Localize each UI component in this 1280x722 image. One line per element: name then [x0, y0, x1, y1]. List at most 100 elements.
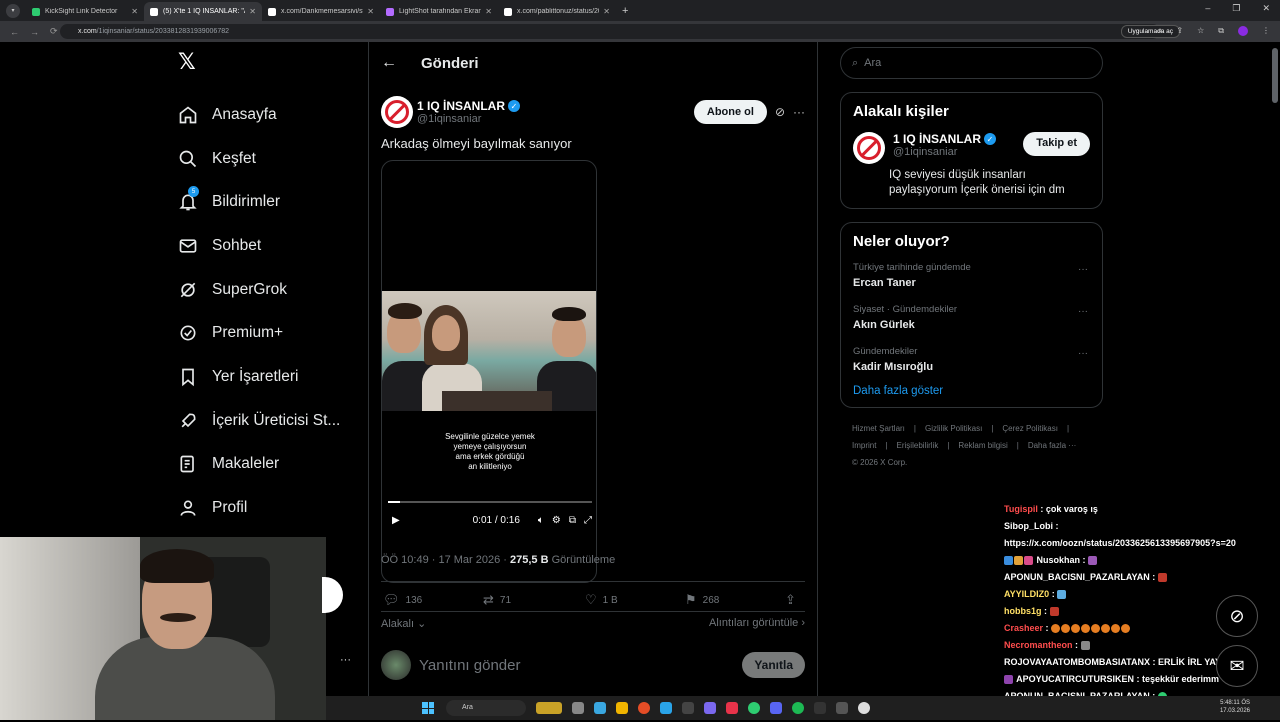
more-options-icon[interactable]: ···: [1078, 264, 1088, 275]
author-name-row[interactable]: 1 IQ İNSANLAR ✓: [417, 99, 521, 113]
trend-item[interactable]: Siyaset · Gündemdekiler Akın Gürlek ···: [853, 304, 1090, 331]
taskbar-app-icon[interactable]: [814, 702, 826, 714]
volume-icon[interactable]: 🔈︎: [538, 515, 544, 526]
maximize-icon[interactable]: ❐: [1232, 3, 1240, 14]
back-icon[interactable]: ←: [10, 27, 20, 37]
nav-item-messages[interactable]: Sohbet: [170, 224, 360, 268]
post-button[interactable]: [322, 577, 343, 613]
nav-item-premium[interactable]: Premium+: [170, 311, 360, 355]
taskbar-app-icon[interactable]: [594, 702, 606, 714]
trend-item[interactable]: Gündemdekiler Kadir Mısıroğlu ···: [853, 346, 1090, 373]
author-handle[interactable]: @1iqinsaniar: [417, 113, 520, 125]
browser-tab-active[interactable]: (5) X'te 1 IQ İNSANLAR: "Arkadaş ✕: [144, 2, 262, 21]
footer-link[interactable]: Imprint: [852, 441, 876, 450]
share-action[interactable]: ⇪: [785, 592, 796, 608]
profile-avatar[interactable]: [1238, 26, 1248, 36]
taskbar-app-icon[interactable]: [748, 702, 760, 714]
sort-dropdown[interactable]: Alakalı ⌄: [381, 617, 426, 630]
extensions-icon[interactable]: ⧉: [1218, 26, 1224, 36]
messages-fab-icon[interactable]: ✉: [1216, 645, 1258, 687]
follow-button[interactable]: Takip et: [1023, 132, 1090, 156]
video-player[interactable]: Sevgilinle güzelce yemek yemeye çalışıyo…: [381, 160, 597, 583]
taskbar-widget-icon[interactable]: [536, 702, 562, 714]
fullscreen-icon[interactable]: ⤢: [584, 515, 592, 526]
more-options-icon[interactable]: ···: [1078, 348, 1088, 359]
author-name[interactable]: 1 IQ İNSANLAR: [417, 99, 505, 113]
x-logo-icon[interactable]: 𝕏: [178, 50, 360, 75]
page-scrollbar[interactable]: [1272, 48, 1278, 103]
browser-tab[interactable]: LightShot tarafından Ekran Gör...✕: [380, 2, 498, 21]
search-input[interactable]: ⌕ Ara: [840, 47, 1103, 79]
like-action[interactable]: ♡ 1 B: [585, 592, 685, 608]
bookmark-action[interactable]: ⚑ 268: [685, 592, 785, 608]
forward-icon[interactable]: →: [30, 27, 40, 37]
related-person[interactable]: 1 IQ İNSANLAR ✓ @1iqinsaniar Takip et: [853, 132, 1090, 164]
related-name[interactable]: 1 IQ İNSANLAR: [893, 132, 981, 146]
related-handle[interactable]: @1iqinsaniar: [893, 146, 1023, 158]
file-explorer-icon[interactable]: [616, 702, 628, 714]
reload-icon[interactable]: ⟳: [50, 26, 60, 37]
settings-icon[interactable]: ⚙: [552, 515, 561, 526]
close-icon[interactable]: ✕: [131, 7, 138, 16]
url-field[interactable]: x.com/1iqinsaniar/status/203381283193900…: [60, 24, 1160, 39]
footer-link[interactable]: Gizlilik Politikası: [925, 424, 982, 433]
video-progress-bar[interactable]: [388, 501, 592, 503]
footer-link[interactable]: Reklam bilgisi: [958, 441, 1007, 450]
play-icon[interactable]: ▶: [392, 515, 400, 526]
taskbar-app-icon[interactable]: [682, 702, 694, 714]
close-icon[interactable]: ✕: [603, 7, 610, 16]
minimize-icon[interactable]: –: [1205, 3, 1210, 14]
tab-search-icon[interactable]: ▾: [6, 3, 20, 18]
subscribe-button[interactable]: Abone ol: [693, 100, 767, 124]
obs-icon[interactable]: [858, 702, 870, 714]
share-icon[interactable]: ⇪: [1176, 26, 1183, 36]
grok-icon[interactable]: ⊘: [775, 105, 785, 119]
nav-item-explore[interactable]: Keşfet: [170, 137, 360, 181]
related-avatar[interactable]: [853, 132, 885, 164]
close-icon[interactable]: ✕: [249, 7, 256, 16]
show-more-link[interactable]: Daha fazla göster: [853, 385, 1090, 397]
miniplayer-icon[interactable]: ⧉: [569, 515, 576, 526]
taskbar-app-icon[interactable]: [726, 702, 738, 714]
nav-item-home[interactable]: Anasayfa: [170, 93, 360, 137]
nav-item-bookmarks[interactable]: Yer İşaretleri: [170, 355, 360, 399]
reply-button[interactable]: Yanıtla: [742, 652, 805, 678]
user-avatar[interactable]: [381, 650, 411, 680]
post-timestamp[interactable]: ÖÖ 10:49 · 17 Mar 2026 ·: [381, 554, 510, 566]
new-tab-icon[interactable]: +: [622, 5, 628, 17]
nav-item-creator-studio[interactable]: İçerik Üreticisi St...: [170, 399, 360, 443]
chrome-icon[interactable]: [638, 702, 650, 714]
task-view-icon[interactable]: [572, 702, 584, 714]
taskbar-clock[interactable]: 5:48:11 ÖS 17.03.2026: [1220, 699, 1250, 715]
footer-link[interactable]: Daha fazla ···: [1028, 441, 1076, 450]
close-window-icon[interactable]: ✕: [1262, 3, 1270, 14]
grok-fab-icon[interactable]: ⊘: [1216, 595, 1258, 637]
zoom-icon[interactable]: ⌕: [1158, 26, 1162, 36]
nav-item-notifications[interactable]: 5 Bildirimler: [170, 180, 360, 224]
browser-tab[interactable]: KickSight Link Detector ✕: [26, 2, 144, 21]
more-options-icon[interactable]: ···: [1078, 306, 1088, 317]
trend-item[interactable]: Türkiye tarihinde gündemde Ercan Taner ···: [853, 262, 1090, 289]
taskbar-app-icon[interactable]: [704, 702, 716, 714]
star-icon[interactable]: ☆: [1197, 26, 1204, 36]
nav-item-grok[interactable]: SuperGrok: [170, 268, 360, 312]
browser-tab[interactable]: x.com/pablittonuz/status/2033... ✕: [498, 2, 616, 21]
related-name-row[interactable]: 1 IQ İNSANLAR ✓: [893, 132, 1023, 146]
footer-link[interactable]: Çerez Politikası: [1002, 424, 1058, 433]
author-avatar[interactable]: [381, 96, 413, 128]
discord-icon[interactable]: [770, 702, 782, 714]
view-quotes-link[interactable]: Alıntıları görüntüle ›: [709, 617, 805, 630]
menu-icon[interactable]: ⋮: [1262, 26, 1270, 36]
more-icon[interactable]: ···: [340, 654, 351, 666]
windows-start-icon[interactable]: [422, 702, 434, 714]
reply-input[interactable]: Yanıtını gönder: [419, 657, 520, 674]
reply-action[interactable]: 💬︎ 136: [383, 592, 483, 608]
nav-item-profile[interactable]: Profil: [170, 486, 360, 530]
taskbar-app-icon[interactable]: [836, 702, 848, 714]
nav-item-articles[interactable]: Makaleler: [170, 443, 360, 487]
browser-tab[interactable]: x.com/Dankmemesarsivi/status/ ✕: [262, 2, 380, 21]
close-icon[interactable]: ✕: [485, 7, 492, 16]
taskbar-search[interactable]: Ara: [446, 700, 526, 716]
footer-link[interactable]: Hizmet Şartları: [852, 424, 905, 433]
close-icon[interactable]: ✕: [367, 7, 374, 16]
